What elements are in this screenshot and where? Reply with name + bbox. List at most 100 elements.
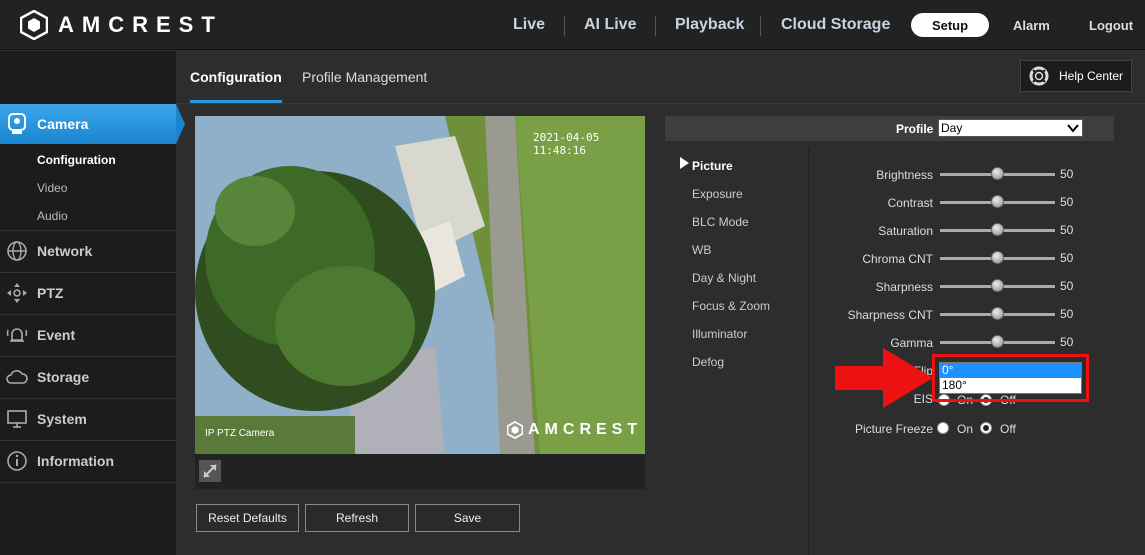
refresh-button[interactable]: Refresh — [305, 504, 409, 532]
sidebar-divider — [0, 230, 176, 231]
picture-freeze-on-radio[interactable] — [937, 422, 949, 434]
camera-icon — [6, 113, 28, 135]
saturation-slider[interactable] — [940, 223, 1055, 236]
video-channel-name: IP PTZ Camera — [205, 428, 275, 439]
sidebar-divider — [0, 356, 176, 357]
nav-separator — [655, 16, 656, 36]
annotation-arrow-icon — [835, 348, 933, 408]
nav-playback[interactable]: Playback — [675, 16, 744, 34]
submenu-blc-mode[interactable]: BLC Mode — [692, 215, 749, 229]
video-toolbar — [195, 454, 645, 489]
saturation-value: 50 — [1060, 223, 1074, 237]
sidebar-item-information[interactable]: Information — [0, 441, 176, 481]
contrast-value: 50 — [1060, 195, 1074, 209]
sidebar-sub-video[interactable]: Video — [37, 181, 67, 195]
watermark-logo-icon — [507, 421, 523, 439]
header-divider — [176, 103, 1145, 104]
sidebar-sub-configuration[interactable]: Configuration — [37, 153, 116, 167]
picture-freeze-on-label: On — [957, 422, 974, 436]
top-bar: AMCREST Live AI Live Playback Cloud Stor… — [0, 0, 1145, 50]
slider-handle[interactable] — [991, 307, 1004, 320]
submenu-wb[interactable]: WB — [692, 243, 711, 257]
sharpness-slider[interactable] — [940, 279, 1055, 292]
contrast-slider[interactable] — [940, 195, 1055, 208]
help-center-button[interactable]: Help Center — [1020, 60, 1132, 92]
sidebar-item-ptz[interactable]: PTZ — [0, 273, 176, 313]
sidebar-divider — [0, 440, 176, 441]
alarm-bell-icon — [6, 324, 28, 346]
picture-freeze-off-radio[interactable] — [980, 422, 992, 434]
nav-live[interactable]: Live — [513, 16, 545, 34]
sidebar-divider — [0, 482, 176, 483]
chroma-cnt-label: Chroma CNT — [862, 252, 933, 266]
sidebar-divider — [0, 272, 176, 273]
gamma-slider[interactable] — [940, 335, 1055, 348]
brightness-slider[interactable] — [940, 167, 1055, 180]
tab-profile-management[interactable]: Profile Management — [302, 69, 427, 85]
slider-handle[interactable] — [991, 223, 1004, 236]
slider-handle[interactable] — [991, 167, 1004, 180]
reset-defaults-button[interactable]: Reset Defaults — [196, 504, 299, 532]
cloud-icon — [6, 366, 28, 388]
nav-setup-button[interactable]: Setup — [911, 13, 989, 37]
slider-handle[interactable] — [991, 279, 1004, 292]
nav-logout[interactable]: Logout — [1089, 18, 1133, 33]
monitor-icon — [6, 408, 28, 430]
sidebar-item-storage[interactable]: Storage — [0, 357, 176, 397]
sharpness-cnt-label: Sharpness CNT — [847, 308, 933, 322]
sidebar-item-network[interactable]: Network — [0, 231, 176, 271]
saturation-label: Saturation — [878, 224, 933, 238]
sidebar-item-label: Information — [37, 453, 114, 469]
sidebar-item-label: Camera — [37, 116, 89, 132]
gamma-value: 50 — [1060, 335, 1074, 349]
sidebar-divider — [0, 398, 176, 399]
sharpness-cnt-slider[interactable] — [940, 307, 1055, 320]
sidebar-item-system[interactable]: System — [0, 399, 176, 439]
nav-ai-live[interactable]: AI Live — [584, 16, 636, 34]
sidebar-sub-audio[interactable]: Audio — [37, 209, 68, 223]
watermark-text: AMCREST — [528, 421, 643, 438]
sidebar-divider — [0, 314, 176, 315]
nav-cloud-storage[interactable]: Cloud Storage — [781, 16, 890, 34]
annotation-highlight-box — [932, 354, 1089, 402]
camera-scene-image — [195, 116, 645, 454]
submenu-day-night[interactable]: Day & Night — [692, 271, 756, 285]
contrast-label: Contrast — [887, 196, 933, 210]
picture-freeze-off-label: Off — [1000, 422, 1016, 436]
sidebar-item-event[interactable]: Event — [0, 315, 176, 355]
chroma-cnt-value: 50 — [1060, 251, 1074, 265]
sidebar-item-camera[interactable]: Camera — [0, 104, 176, 144]
sharpness-cnt-value: 50 — [1060, 307, 1074, 321]
video-timestamp: 2021-04-05 11:48:16 — [533, 131, 600, 157]
active-item-arrow — [176, 104, 185, 144]
brand-name: AMCREST — [58, 12, 223, 37]
sharpness-value: 50 — [1060, 279, 1074, 293]
profile-selected-value: Day — [941, 121, 963, 135]
profile-select[interactable]: Day — [938, 119, 1083, 137]
submenu-picture[interactable]: Picture — [692, 159, 733, 173]
picture-freeze-label: Picture Freeze — [854, 422, 933, 436]
submenu-illuminator[interactable]: Illuminator — [692, 327, 747, 341]
sidebar-item-label: Storage — [37, 369, 90, 385]
submenu-defog[interactable]: Defog — [692, 355, 724, 369]
slider-handle[interactable] — [991, 195, 1004, 208]
slider-handle[interactable] — [991, 335, 1004, 348]
brightness-value: 50 — [1060, 167, 1074, 181]
nav-separator — [564, 16, 565, 36]
chroma-cnt-slider[interactable] — [940, 251, 1055, 264]
sharpness-label: Sharpness — [875, 280, 933, 294]
tab-configuration[interactable]: Configuration — [190, 69, 282, 85]
save-button[interactable]: Save — [415, 504, 520, 532]
camera-live-view[interactable]: 2021-04-05 11:48:16 IP PTZ Camera AMCRES… — [195, 116, 645, 454]
globe-icon — [6, 240, 28, 262]
fullscreen-expand-icon[interactable] — [199, 460, 221, 482]
submenu-focus-zoom[interactable]: Focus & Zoom — [692, 299, 770, 313]
nav-alarm[interactable]: Alarm — [1013, 18, 1050, 33]
submenu-exposure[interactable]: Exposure — [692, 187, 743, 201]
chevron-down-icon — [1067, 124, 1079, 133]
lifebuoy-icon — [1029, 66, 1049, 86]
slider-handle[interactable] — [991, 251, 1004, 264]
sidebar-item-label: Network — [37, 243, 93, 259]
sidebar-item-label: Event — [37, 327, 76, 343]
active-submenu-marker — [680, 157, 689, 169]
